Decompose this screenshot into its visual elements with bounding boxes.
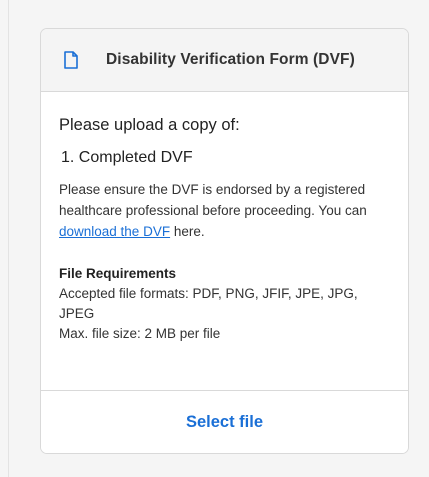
page: Disability Verification Form (DVF) Pleas… — [0, 0, 429, 477]
instructions-text: Please ensure the DVF is endorsed by a r… — [59, 179, 390, 242]
document-icon — [64, 49, 82, 71]
divider — [8, 0, 9, 477]
instructions-after-link: here. — [170, 224, 205, 239]
max-file-size: Max. file size: 2 MB per file — [59, 326, 221, 341]
file-requirements: File Requirements Accepted file formats:… — [59, 264, 390, 344]
upload-prompt: Please upload a copy of: — [59, 116, 240, 134]
instructions-before-link: Please ensure the DVF is endorsed by a r… — [59, 182, 367, 218]
accepted-formats: Accepted file formats: PDF, PNG, JFIF, J… — [59, 286, 358, 321]
file-requirements-title: File Requirements — [59, 266, 177, 281]
card-body: Please upload a copy of: 1. Completed DV… — [41, 92, 408, 394]
card-header: Disability Verification Form (DVF) — [41, 29, 408, 92]
card-footer: Select file — [41, 390, 408, 453]
list-item: 1. Completed DVF — [61, 149, 193, 166]
select-file-button[interactable]: Select file — [172, 407, 277, 438]
dvf-upload-card: Disability Verification Form (DVF) Pleas… — [40, 28, 409, 454]
card-title: Disability Verification Form (DVF) — [106, 51, 355, 68]
download-dvf-link[interactable]: download the DVF — [59, 224, 170, 239]
required-documents-list: 1. Completed DVF — [59, 149, 390, 167]
